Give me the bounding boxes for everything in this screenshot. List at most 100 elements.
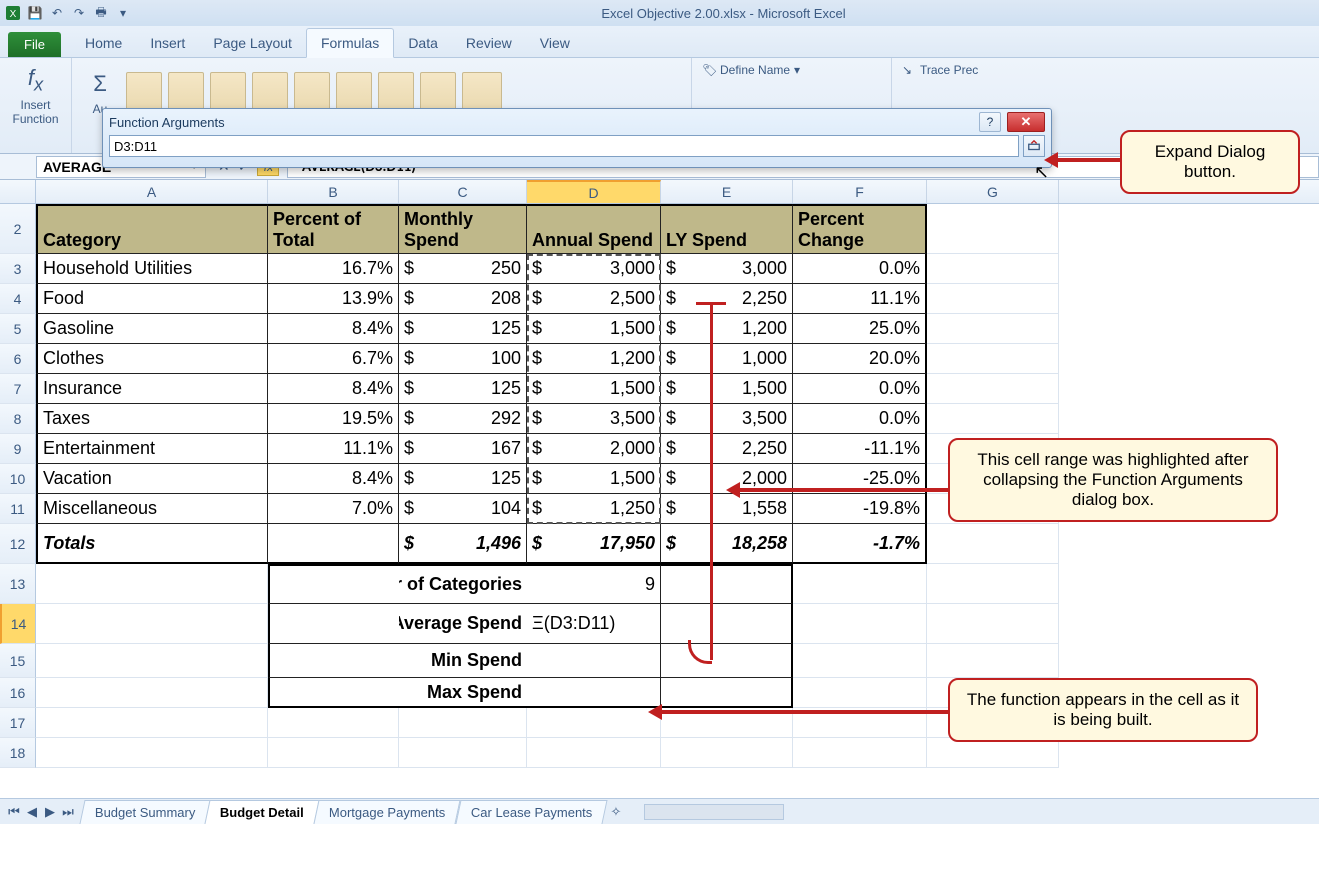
cell-A13[interactable] xyxy=(36,564,268,604)
cell-A16[interactable] xyxy=(36,678,268,708)
dialog-close-button[interactable]: ✕ xyxy=(1007,112,1045,132)
row-header-14[interactable]: 14 xyxy=(0,604,36,644)
cell-B17[interactable] xyxy=(268,708,399,738)
cell-F18[interactable] xyxy=(793,738,927,768)
cell-G4[interactable] xyxy=(927,284,1059,314)
cells-area[interactable]: Category Percent of Total Monthly Spend … xyxy=(36,204,1059,768)
cell-B4[interactable]: 13.9% xyxy=(268,284,399,314)
cell-C10[interactable]: $125 xyxy=(399,464,527,494)
function-arguments-dialog[interactable]: Function Arguments ? ✕ D3:D11 xyxy=(102,108,1052,168)
cell-F8[interactable]: 0.0% xyxy=(793,404,927,434)
cell-A14[interactable] xyxy=(36,604,268,644)
row-header-4[interactable]: 4 xyxy=(0,284,36,314)
cell-F11[interactable]: -19.8% xyxy=(793,494,927,524)
print-icon[interactable]: 🖶 xyxy=(92,4,110,22)
cell-G13[interactable] xyxy=(927,564,1059,604)
cell-F2[interactable]: Percent Change xyxy=(793,204,927,254)
cell-G15[interactable] xyxy=(927,644,1059,678)
qat-dropdown-icon[interactable]: ▾ xyxy=(114,4,132,22)
insert-function-button[interactable]: fx Insert Function xyxy=(6,62,64,128)
cell-F7[interactable]: 0.0% xyxy=(793,374,927,404)
cell-B15[interactable] xyxy=(268,644,399,678)
cell-A2[interactable]: Category xyxy=(36,204,268,254)
col-header-g[interactable]: G xyxy=(927,180,1059,203)
cell-C12[interactable]: $1,496 xyxy=(399,524,527,564)
text-button[interactable] xyxy=(252,72,288,112)
row-header-13[interactable]: 13 xyxy=(0,564,36,604)
cell-D7[interactable]: $1,500 xyxy=(527,374,661,404)
cell-E9[interactable]: $2,250 xyxy=(661,434,793,464)
cell-F6[interactable]: 20.0% xyxy=(793,344,927,374)
cell-D9[interactable]: $2,000 xyxy=(527,434,661,464)
row-header-12[interactable]: 12 xyxy=(0,524,36,564)
dialog-range-input[interactable]: D3:D11 xyxy=(109,135,1019,157)
tab-data[interactable]: Data xyxy=(394,29,452,57)
more-functions-button[interactable] xyxy=(420,72,456,112)
row-header-2[interactable]: 2 xyxy=(0,204,36,254)
col-header-b[interactable]: B xyxy=(268,180,399,203)
sheet-nav-prev-icon[interactable]: ◀ xyxy=(24,804,40,820)
cell-B11[interactable]: 7.0% xyxy=(268,494,399,524)
select-all-corner[interactable] xyxy=(0,180,36,203)
sheet-tab-mortgage[interactable]: Mortgage Payments xyxy=(314,800,461,824)
cell-A8[interactable]: Taxes xyxy=(36,404,268,434)
cell-F13[interactable] xyxy=(793,564,927,604)
row-header-11[interactable]: 11 xyxy=(0,494,36,524)
cell-E11[interactable]: $1,558 xyxy=(661,494,793,524)
cell-C7[interactable]: $125 xyxy=(399,374,527,404)
cell-B2[interactable]: Percent of Total xyxy=(268,204,399,254)
cell-C2[interactable]: Monthly Spend xyxy=(399,204,527,254)
cell-D4[interactable]: $2,500 xyxy=(527,284,661,314)
cell-E4[interactable]: $2,250 xyxy=(661,284,793,314)
cell-G3[interactable] xyxy=(927,254,1059,284)
sheet-tab-summary[interactable]: Budget Summary xyxy=(79,800,211,824)
name-manager-button[interactable] xyxy=(462,72,502,112)
cell-D2[interactable]: Annual Spend xyxy=(527,204,661,254)
sheet-nav-next-icon[interactable]: ▶ xyxy=(42,804,58,820)
cell-F3[interactable]: 0.0% xyxy=(793,254,927,284)
cell-C9[interactable]: $167 xyxy=(399,434,527,464)
cell-B5[interactable]: 8.4% xyxy=(268,314,399,344)
cell-B6[interactable]: 6.7% xyxy=(268,344,399,374)
cell-A17[interactable] xyxy=(36,708,268,738)
cell-B10[interactable]: 8.4% xyxy=(268,464,399,494)
cell-D10[interactable]: $1,500 xyxy=(527,464,661,494)
cell-D17[interactable] xyxy=(527,708,661,738)
col-header-d[interactable]: D xyxy=(527,180,661,203)
cell-E6[interactable]: $1,000 xyxy=(661,344,793,374)
row-header-6[interactable]: 6 xyxy=(0,344,36,374)
cell-B16[interactable] xyxy=(268,678,399,708)
cell-B3[interactable]: 16.7% xyxy=(268,254,399,284)
cell-C17[interactable] xyxy=(399,708,527,738)
cell-G8[interactable] xyxy=(927,404,1059,434)
financial-button[interactable] xyxy=(168,72,204,112)
undo-icon[interactable]: ↶ xyxy=(48,4,66,22)
tab-insert[interactable]: Insert xyxy=(136,29,199,57)
cell-G2[interactable] xyxy=(927,204,1059,254)
cell-E5[interactable]: $1,200 xyxy=(661,314,793,344)
cell-E16[interactable] xyxy=(661,678,793,708)
cell-A12[interactable]: Totals xyxy=(36,524,268,564)
cell-E15[interactable] xyxy=(661,644,793,678)
cell-G6[interactable] xyxy=(927,344,1059,374)
row-header-9[interactable]: 9 xyxy=(0,434,36,464)
cell-D8[interactable]: $3,500 xyxy=(527,404,661,434)
date-time-button[interactable] xyxy=(294,72,330,112)
row-header-17[interactable]: 17 xyxy=(0,708,36,738)
row-header-5[interactable]: 5 xyxy=(0,314,36,344)
cell-A7[interactable]: Insurance xyxy=(36,374,268,404)
tab-view[interactable]: View xyxy=(526,29,584,57)
col-header-f[interactable]: F xyxy=(793,180,927,203)
col-header-e[interactable]: E xyxy=(661,180,793,203)
cell-D5[interactable]: $1,500 xyxy=(527,314,661,344)
excel-icon[interactable]: X xyxy=(4,4,22,22)
row-header-3[interactable]: 3 xyxy=(0,254,36,284)
cell-G12[interactable] xyxy=(927,524,1059,564)
cell-C15[interactable]: Min Spend xyxy=(399,644,527,678)
row-header-16[interactable]: 16 xyxy=(0,678,36,708)
cell-D13[interactable]: 9 xyxy=(527,564,661,604)
cell-B12[interactable] xyxy=(268,524,399,564)
cell-B14[interactable] xyxy=(268,604,399,644)
cell-F15[interactable] xyxy=(793,644,927,678)
cell-G7[interactable] xyxy=(927,374,1059,404)
